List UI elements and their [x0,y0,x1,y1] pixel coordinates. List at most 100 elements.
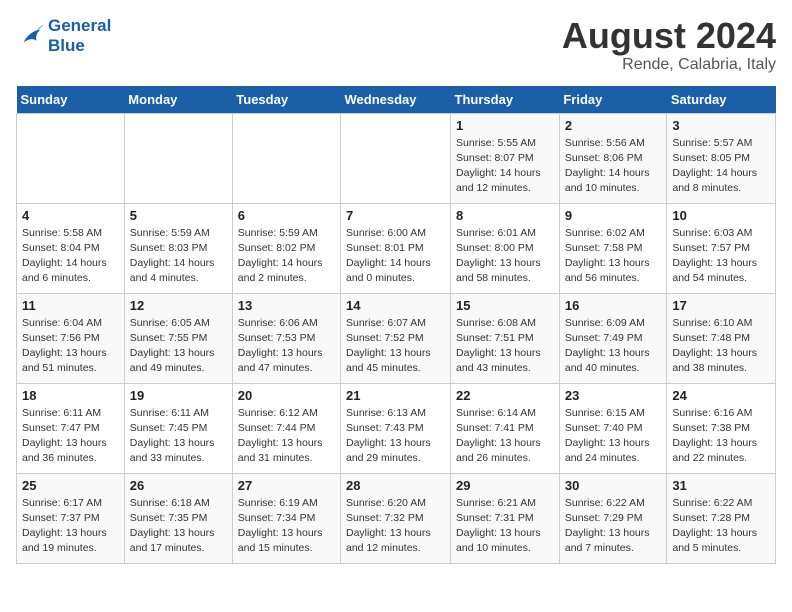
col-sunday: Sunday [17,86,125,114]
day-info: Sunrise: 6:01 AMSunset: 8:00 PMDaylight:… [456,226,554,287]
cell-week1-day6: 3 Sunrise: 5:57 AMSunset: 8:05 PMDaylight… [667,113,776,203]
month-title: August 2024 [562,16,776,56]
day-info: Sunrise: 5:56 AMSunset: 8:06 PMDaylight:… [565,136,662,197]
day-number: 10 [672,208,770,223]
day-info: Sunrise: 6:08 AMSunset: 7:51 PMDaylight:… [456,316,554,377]
day-number: 30 [565,478,662,493]
day-number: 19 [130,388,227,403]
cell-week1-day0 [17,113,125,203]
day-info: Sunrise: 6:05 AMSunset: 7:55 PMDaylight:… [130,316,227,377]
day-number: 4 [22,208,119,223]
day-number: 11 [22,298,119,313]
day-info: Sunrise: 6:22 AMSunset: 7:28 PMDaylight:… [672,496,770,557]
title-block: August 2024 Rende, Calabria, Italy [562,16,776,74]
location-subtitle: Rende, Calabria, Italy [562,56,776,74]
col-saturday: Saturday [667,86,776,114]
calendar-table: Sunday Monday Tuesday Wednesday Thursday… [16,86,776,564]
logo-icon [16,22,44,50]
cell-week1-day2 [232,113,340,203]
day-info: Sunrise: 6:13 AMSunset: 7:43 PMDaylight:… [346,406,445,467]
day-number: 22 [456,388,554,403]
cell-week5-day4: 29Sunrise: 6:21 AMSunset: 7:31 PMDayligh… [451,473,560,563]
day-info: Sunrise: 6:14 AMSunset: 7:41 PMDaylight:… [456,406,554,467]
calendar-body: 1 Sunrise: 5:55 AMSunset: 8:07 PMDaylight… [17,113,776,563]
day-number: 3 [672,118,770,133]
col-tuesday: Tuesday [232,86,340,114]
day-info: Sunrise: 5:57 AMSunset: 8:05 PMDaylight:… [672,136,770,197]
col-wednesday: Wednesday [341,86,451,114]
day-number: 28 [346,478,445,493]
cell-week1-day3 [341,113,451,203]
week-row-1: 1 Sunrise: 5:55 AMSunset: 8:07 PMDaylight… [17,113,776,203]
week-row-2: 4 Sunrise: 5:58 AMSunset: 8:04 PMDaylight… [17,203,776,293]
day-info: Sunrise: 6:07 AMSunset: 7:52 PMDaylight:… [346,316,445,377]
calendar-header: Sunday Monday Tuesday Wednesday Thursday… [17,86,776,114]
cell-week2-day1: 5Sunrise: 5:59 AMSunset: 8:03 PMDaylight… [124,203,232,293]
col-monday: Monday [124,86,232,114]
cell-week5-day6: 31Sunrise: 6:22 AMSunset: 7:28 PMDayligh… [667,473,776,563]
day-number: 15 [456,298,554,313]
day-info: Sunrise: 5:58 AMSunset: 8:04 PMDaylight:… [22,226,119,287]
cell-week5-day1: 26 Sunrise: 6:18 AMSunset: 7:35 PMDayligh… [124,473,232,563]
cell-week3-day0: 11 Sunrise: 6:04 AMSunset: 7:56 PMDayligh… [17,293,125,383]
cell-week2-day0: 4 Sunrise: 5:58 AMSunset: 8:04 PMDaylight… [17,203,125,293]
week-row-3: 11 Sunrise: 6:04 AMSunset: 7:56 PMDayligh… [17,293,776,383]
cell-week5-day0: 25 Sunrise: 6:17 AMSunset: 7:37 PMDayligh… [17,473,125,563]
day-info: Sunrise: 6:16 AMSunset: 7:38 PMDaylight:… [672,406,770,467]
day-info: Sunrise: 6:20 AMSunset: 7:32 PMDaylight:… [346,496,445,557]
day-info: Sunrise: 6:09 AMSunset: 7:49 PMDaylight:… [565,316,662,377]
day-info: Sunrise: 6:18 AMSunset: 7:35 PMDaylight:… [130,496,227,557]
day-number: 29 [456,478,554,493]
day-number: 9 [565,208,662,223]
col-friday: Friday [559,86,667,114]
day-info: Sunrise: 6:03 AMSunset: 7:57 PMDaylight:… [672,226,770,287]
cell-week1-day5: 2 Sunrise: 5:56 AMSunset: 8:06 PMDaylight… [559,113,667,203]
day-info: Sunrise: 6:06 AMSunset: 7:53 PMDaylight:… [238,316,335,377]
cell-week4-day5: 23 Sunrise: 6:15 AMSunset: 7:40 PMDayligh… [559,383,667,473]
cell-week5-day3: 28 Sunrise: 6:20 AMSunset: 7:32 PMDayligh… [341,473,451,563]
day-info: Sunrise: 6:02 AMSunset: 7:58 PMDaylight:… [565,226,662,287]
cell-week4-day3: 21 Sunrise: 6:13 AMSunset: 7:43 PMDayligh… [341,383,451,473]
day-number: 17 [672,298,770,313]
cell-week2-day3: 7 Sunrise: 6:00 AMSunset: 8:01 PMDaylight… [341,203,451,293]
day-info: Sunrise: 5:59 AMSunset: 8:03 PMDaylight:… [130,226,227,287]
day-number: 12 [130,298,227,313]
day-info: Sunrise: 6:11 AMSunset: 7:47 PMDaylight:… [22,406,119,467]
cell-week2-day5: 9 Sunrise: 6:02 AMSunset: 7:58 PMDaylight… [559,203,667,293]
cell-week3-day1: 12 Sunrise: 6:05 AMSunset: 7:55 PMDayligh… [124,293,232,383]
day-number: 1 [456,118,554,133]
cell-week3-day6: 17Sunrise: 6:10 AMSunset: 7:48 PMDayligh… [667,293,776,383]
cell-week4-day4: 22 Sunrise: 6:14 AMSunset: 7:41 PMDayligh… [451,383,560,473]
day-info: Sunrise: 5:55 AMSunset: 8:07 PMDaylight:… [456,136,554,197]
day-info: Sunrise: 6:19 AMSunset: 7:34 PMDaylight:… [238,496,335,557]
cell-week2-day2: 6Sunrise: 5:59 AMSunset: 8:02 PMDaylight… [232,203,340,293]
day-number: 21 [346,388,445,403]
col-thursday: Thursday [451,86,560,114]
cell-week4-day2: 20Sunrise: 6:12 AMSunset: 7:44 PMDayligh… [232,383,340,473]
day-number: 13 [238,298,335,313]
day-number: 16 [565,298,662,313]
day-info: Sunrise: 6:11 AMSunset: 7:45 PMDaylight:… [130,406,227,467]
day-number: 26 [130,478,227,493]
header-row: Sunday Monday Tuesday Wednesday Thursday… [17,86,776,114]
cell-week4-day6: 24Sunrise: 6:16 AMSunset: 7:38 PMDayligh… [667,383,776,473]
day-number: 6 [238,208,335,223]
day-number: 25 [22,478,119,493]
day-info: Sunrise: 6:00 AMSunset: 8:01 PMDaylight:… [346,226,445,287]
day-number: 7 [346,208,445,223]
day-number: 23 [565,388,662,403]
cell-week5-day2: 27Sunrise: 6:19 AMSunset: 7:34 PMDayligh… [232,473,340,563]
cell-week4-day0: 18Sunrise: 6:11 AMSunset: 7:47 PMDayligh… [17,383,125,473]
day-info: Sunrise: 6:15 AMSunset: 7:40 PMDaylight:… [565,406,662,467]
cell-week2-day6: 10 Sunrise: 6:03 AMSunset: 7:57 PMDayligh… [667,203,776,293]
day-info: Sunrise: 6:17 AMSunset: 7:37 PMDaylight:… [22,496,119,557]
day-info: Sunrise: 6:04 AMSunset: 7:56 PMDaylight:… [22,316,119,377]
cell-week1-day1 [124,113,232,203]
week-row-5: 25 Sunrise: 6:17 AMSunset: 7:37 PMDayligh… [17,473,776,563]
logo-text: General Blue [48,16,111,55]
cell-week3-day5: 16 Sunrise: 6:09 AMSunset: 7:49 PMDayligh… [559,293,667,383]
day-number: 2 [565,118,662,133]
cell-week3-day3: 14Sunrise: 6:07 AMSunset: 7:52 PMDayligh… [341,293,451,383]
day-number: 8 [456,208,554,223]
cell-week5-day5: 30Sunrise: 6:22 AMSunset: 7:29 PMDayligh… [559,473,667,563]
